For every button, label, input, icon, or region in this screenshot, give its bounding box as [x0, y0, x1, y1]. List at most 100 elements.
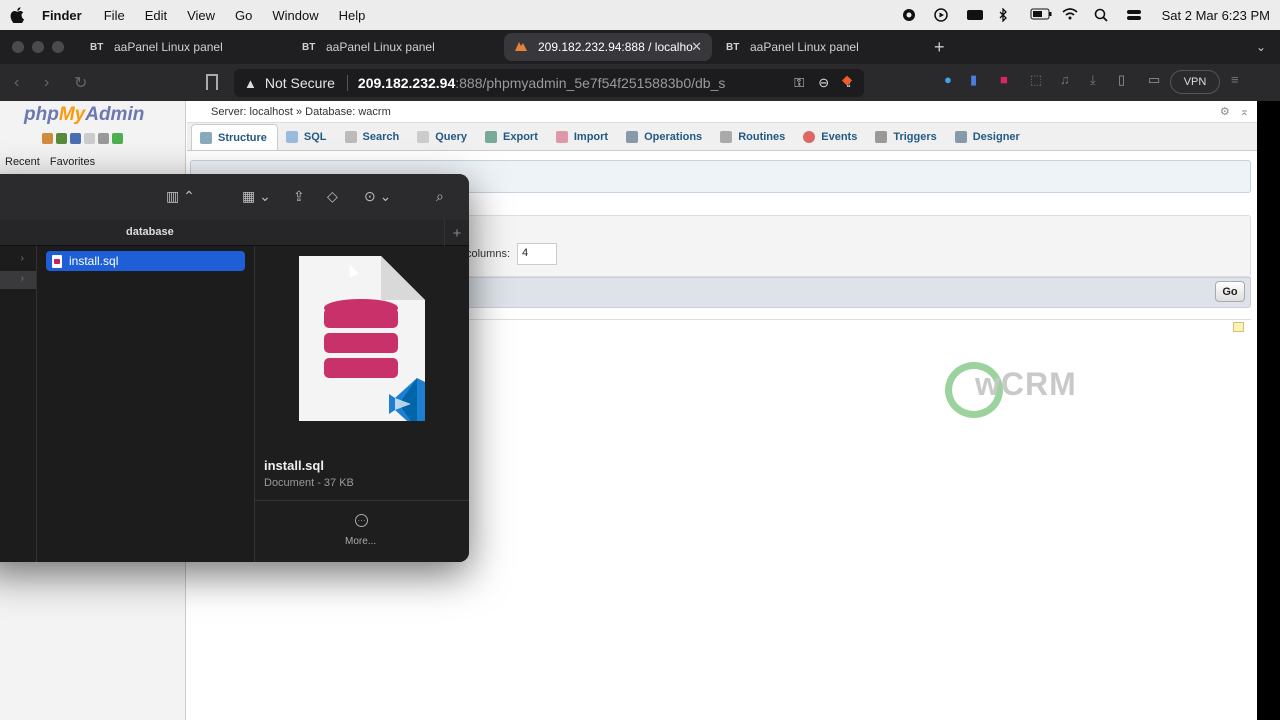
more-icon[interactable]: ···: [355, 514, 368, 527]
exit-icon[interactable]: [56, 133, 67, 144]
parent-folder-row[interactable]: ›: [0, 251, 36, 269]
parent-folder-row-selected[interactable]: ›: [0, 271, 36, 289]
record-icon[interactable]: [902, 8, 918, 22]
battery-icon[interactable]: [1030, 8, 1052, 22]
finder-preview-pane: install.sql Document - 37 KB ··· More...: [255, 246, 469, 562]
add-tab-icon[interactable]: +: [444, 220, 469, 246]
group-icon[interactable]: ▦ ⌄: [242, 188, 271, 205]
settings-icon[interactable]: [98, 133, 109, 144]
menu-app-finder[interactable]: Finder: [42, 8, 82, 23]
back-icon[interactable]: ‹: [14, 74, 30, 92]
file-row-selected[interactable]: install.sql: [46, 251, 245, 271]
new-tab-button[interactable]: +: [934, 37, 945, 58]
tab-designer[interactable]: Designer: [947, 124, 1030, 150]
minimize-window-button[interactable]: [32, 41, 44, 53]
close-window-button[interactable]: [12, 41, 24, 53]
key-icon[interactable]: ⚿: [794, 75, 804, 91]
extension-chart-icon[interactable]: ▮: [970, 72, 977, 88]
forward-icon[interactable]: ›: [44, 74, 60, 92]
menu-help[interactable]: Help: [339, 8, 366, 23]
extension-globe-icon[interactable]: ●: [944, 72, 952, 87]
docs-icon[interactable]: [84, 133, 95, 144]
help-icon[interactable]: [70, 133, 81, 144]
tab-sql[interactable]: SQL: [278, 124, 337, 150]
tab-list-chevron-icon[interactable]: ⌄: [1256, 40, 1266, 54]
menu-bar: Finder File Edit View Go Window Help Sat…: [0, 0, 1280, 30]
tab-export[interactable]: Export: [477, 124, 548, 150]
reload-icon[interactable]: ↻: [74, 73, 90, 93]
minimize-console-icon[interactable]: ⌅: [1240, 105, 1249, 118]
bookmark-icon[interactable]: [206, 74, 218, 90]
play-icon[interactable]: [933, 8, 950, 22]
browser-tab[interactable]: BT aaPanel Linux panel: [292, 33, 500, 61]
menubar-clock[interactable]: Sat 2 Mar 6:23 PM: [1162, 8, 1270, 23]
tab-import[interactable]: Import: [548, 124, 618, 150]
control-center-icon[interactable]: [1126, 8, 1142, 22]
finder-file-column: install.sql: [37, 246, 255, 562]
tab-title: 209.182.232.94:888 / localho: [538, 40, 693, 54]
tab-structure[interactable]: Structure: [191, 124, 278, 150]
wifi-icon[interactable]: [1062, 8, 1078, 22]
spotlight-search-icon[interactable]: [1094, 8, 1110, 22]
favorites-tab[interactable]: Favorites: [45, 154, 100, 170]
menu-view[interactable]: View: [187, 8, 215, 23]
tab-query[interactable]: Query: [409, 124, 477, 150]
search-icon[interactable]: ⌕: [436, 188, 444, 205]
keyboard-icon[interactable]: [966, 8, 983, 22]
tab-routines[interactable]: Routines: [712, 124, 795, 150]
tab-triggers[interactable]: Triggers: [867, 124, 946, 150]
zoom-window-button[interactable]: [52, 41, 64, 53]
tab-label: Designer: [972, 131, 1020, 143]
page-settings-icon[interactable]: ⚙: [1220, 105, 1230, 118]
wallet-icon[interactable]: ▭: [1148, 72, 1160, 88]
tab-events[interactable]: Events: [795, 124, 867, 150]
export-icon: [485, 131, 498, 143]
music-icon[interactable]: ♫: [1060, 72, 1070, 87]
phpmyadmin-favicon-icon: [514, 40, 530, 55]
folder-title: database: [126, 226, 174, 238]
brave-shield-icon[interactable]: ◆: [842, 72, 852, 88]
vpn-label: VPN: [1183, 76, 1207, 88]
zoom-icon[interactable]: ⊖: [818, 75, 829, 91]
tab-search[interactable]: Search: [337, 124, 410, 150]
menu-window[interactable]: Window: [272, 8, 318, 23]
tab-title: aaPanel Linux panel: [750, 40, 859, 54]
sidebar-toggle-icon[interactable]: ▯: [1118, 72, 1125, 88]
extensions-puzzle-icon[interactable]: ⬚: [1030, 72, 1042, 88]
tab-label: Operations: [644, 131, 703, 143]
phpmyadmin-logo[interactable]: phpMyAdmin: [24, 104, 144, 126]
preview-file-meta: Document - 37 KB: [264, 477, 354, 489]
column-view-icon[interactable]: ▥ ⌃: [166, 188, 195, 205]
home-icon[interactable]: [42, 133, 53, 144]
extension-ish-icon[interactable]: ■: [1000, 72, 1008, 87]
browser-tab[interactable]: BT aaPanel Linux panel: [80, 33, 288, 61]
tag-icon[interactable]: ◇: [327, 188, 338, 205]
menu-file[interactable]: File: [104, 8, 125, 23]
columns-input[interactable]: 4: [517, 243, 557, 265]
browser-tab[interactable]: BT aaPanel Linux panel: [716, 33, 924, 61]
vpn-button[interactable]: VPN: [1170, 70, 1220, 94]
sql-document-icon[interactable]: [299, 256, 425, 421]
browser-menu-icon[interactable]: ≡: [1231, 72, 1239, 87]
go-button[interactable]: Go: [1215, 281, 1245, 302]
bluetooth-icon[interactable]: [998, 7, 1014, 23]
reload-navigation-icon[interactable]: [112, 133, 123, 144]
menu-edit[interactable]: Edit: [145, 8, 167, 23]
preview-file-name: install.sql: [264, 458, 324, 473]
close-tab-icon[interactable]: ✕: [691, 39, 702, 55]
more-label[interactable]: More...: [345, 536, 376, 547]
download-icon[interactable]: ⤓: [1090, 72, 1096, 88]
recent-tab[interactable]: Recent: [0, 154, 45, 170]
menu-go[interactable]: Go: [235, 8, 252, 23]
address-bar[interactable]: ▲ Not Secure 209.182.232.94 :888/phpmyad…: [234, 69, 864, 97]
more-actions-icon[interactable]: ⊙ ⌄: [364, 188, 391, 205]
tab-operations[interactable]: Operations: [618, 124, 712, 150]
warning-icon[interactable]: ▲: [244, 76, 257, 91]
security-status[interactable]: Not Secure: [265, 75, 335, 91]
browser-tab-active[interactable]: 209.182.232.94:888 / localho ✕: [504, 33, 712, 61]
breadcrumb-text[interactable]: Server: localhost » Database: wacrm: [211, 106, 391, 118]
note-icon[interactable]: [1233, 322, 1244, 332]
apple-icon[interactable]: [10, 7, 24, 23]
tab-label: Triggers: [893, 131, 937, 143]
share-icon[interactable]: ⇪: [293, 188, 305, 205]
